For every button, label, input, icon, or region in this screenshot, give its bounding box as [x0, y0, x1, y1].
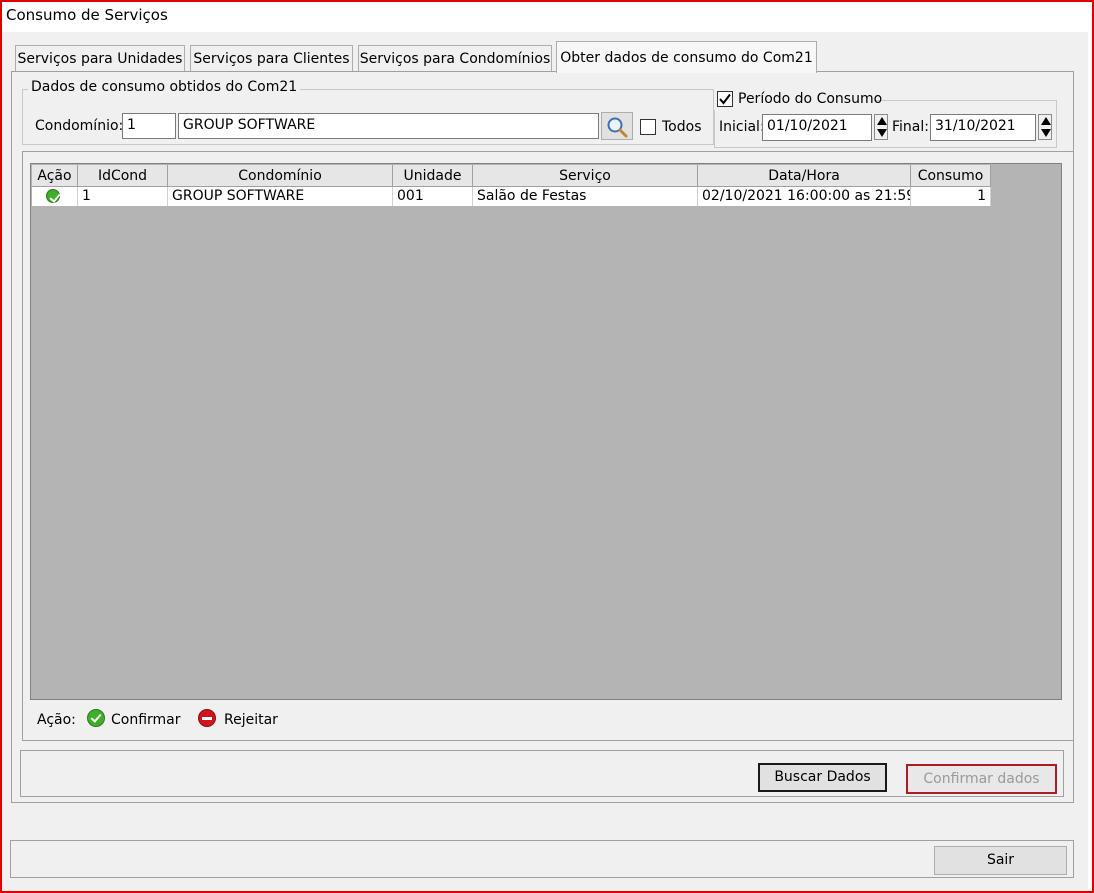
column-header-unidade[interactable]: Unidade: [393, 165, 473, 187]
tab-obter-dados-com21[interactable]: Obter dados de consumo do Com21: [556, 41, 817, 73]
tab-servicos-clientes[interactable]: Serviços para Clientes: [190, 45, 353, 72]
table-row-servico[interactable]: Salão de Festas: [473, 187, 698, 206]
spin-down-icon: [1041, 129, 1051, 137]
buscar-dados-button[interactable]: Buscar Dados: [758, 763, 887, 792]
confirm-check-icon[interactable]: [46, 189, 60, 203]
table-row-acao-cell[interactable]: [32, 187, 78, 206]
todos-checkbox[interactable]: [640, 119, 656, 135]
search-icon: [607, 117, 628, 138]
column-header-consumo[interactable]: Consumo: [911, 165, 991, 187]
footer-panel: [10, 840, 1074, 878]
tab-servicos-unidades[interactable]: Serviços para Unidades: [15, 45, 185, 72]
final-date-spinner[interactable]: [1038, 114, 1052, 140]
search-condominio-button[interactable]: [601, 112, 633, 140]
window-edge: [1088, 2, 1092, 891]
periodo-checkbox[interactable]: [717, 91, 733, 107]
column-header-condominio[interactable]: Condomínio: [168, 165, 393, 187]
condominio-label: Condomínio:: [35, 118, 124, 134]
dados-consumo-legend: Dados de consumo obtidos do Com21: [28, 79, 301, 95]
consumo-grid[interactable]: Ação IdCond Condomínio Unidade Serviço D…: [30, 163, 1062, 700]
confirmar-dados-button[interactable]: Confirmar dados: [906, 764, 1057, 794]
inicial-date-spinner[interactable]: [874, 114, 888, 140]
confirm-legend-icon: [87, 709, 105, 727]
window-title: Consumo de Serviços: [6, 6, 168, 24]
todos-label: Todos: [662, 119, 702, 135]
column-header-servico[interactable]: Serviço: [473, 165, 698, 187]
spin-up-icon: [877, 117, 887, 125]
final-date-input[interactable]: 31/10/2021: [930, 114, 1036, 141]
spin-down-icon: [877, 129, 887, 137]
condominio-id-input[interactable]: 1: [122, 113, 176, 139]
tab-servicos-condominios[interactable]: Serviços para Condomínios: [358, 45, 552, 72]
column-header-idcond[interactable]: IdCond: [78, 165, 168, 187]
reject-legend-icon: [198, 709, 216, 727]
condominio-name-input[interactable]: GROUP SOFTWARE: [178, 113, 599, 139]
acao-legend-label: Ação:: [37, 712, 76, 728]
table-row-consumo[interactable]: 1: [911, 187, 991, 206]
inicial-label: Inicial:: [719, 119, 765, 135]
periodo-title: Período do Consumo: [738, 91, 883, 107]
sair-button[interactable]: Sair: [934, 846, 1067, 875]
column-header-datahora[interactable]: Data/Hora: [698, 165, 911, 187]
column-header-acao[interactable]: Ação: [32, 165, 78, 187]
check-mark-icon: [719, 93, 731, 105]
table-row-unidade[interactable]: 001: [393, 187, 473, 206]
table-row-idcond[interactable]: 1: [78, 187, 168, 206]
final-label: Final:: [892, 119, 929, 135]
table-row-datahora[interactable]: 02/10/2021 16:00:00 as 21:59: [698, 187, 911, 206]
reject-legend-label: Rejeitar: [224, 712, 278, 728]
table-row-condominio[interactable]: GROUP SOFTWARE: [168, 187, 393, 206]
inicial-date-input[interactable]: 01/10/2021: [762, 114, 872, 141]
confirm-legend-label: Confirmar: [111, 712, 181, 728]
spin-up-icon: [1041, 117, 1051, 125]
